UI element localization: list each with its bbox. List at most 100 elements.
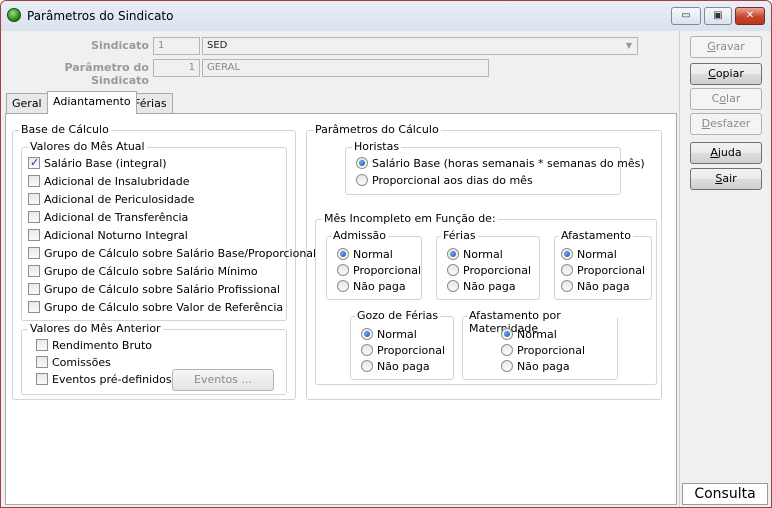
checkbox-label: Adicional Noturno Integral	[44, 229, 188, 242]
radio-label: Não paga	[577, 280, 630, 293]
radio-button[interactable]	[501, 328, 513, 340]
radio-afastamento-normal[interactable]: Normal	[561, 247, 617, 263]
radio-button[interactable]	[361, 344, 373, 356]
sindicato-code-field[interactable]: 1	[153, 37, 200, 55]
radio-afastamento-nao-paga[interactable]: Não paga	[561, 279, 630, 295]
tab-geral[interactable]: Geral	[6, 93, 48, 113]
radio-ferias-normal[interactable]: Normal	[447, 247, 503, 263]
radio-button[interactable]	[561, 264, 573, 276]
checkbox-grupo-salario-base[interactable]: Grupo de Cálculo sobre Salário Base/Prop…	[28, 246, 316, 262]
checkbox-eventos-predefinidos[interactable]: Eventos pré-definidos	[36, 372, 172, 388]
radio-button[interactable]	[337, 280, 349, 292]
gravar-button[interactable]: Gravar	[690, 36, 762, 58]
checkbox-comissoes[interactable]: Comissões	[36, 355, 111, 371]
parametro-name-field[interactable]: GERAL	[202, 59, 489, 77]
checkbox-box[interactable]	[36, 373, 48, 385]
radio-label: Normal	[577, 248, 617, 261]
radio-label: Proporcional	[353, 264, 422, 277]
checkbox-noturno[interactable]: Adicional Noturno Integral	[28, 228, 188, 244]
radio-gozo-proporcional[interactable]: Proporcional	[361, 343, 445, 359]
checkbox-salario-base[interactable]: Salário Base (integral)	[28, 155, 167, 172]
checkbox-grupo-valor-referencia[interactable]: Grupo de Cálculo sobre Valor de Referênc…	[28, 300, 283, 316]
radio-maternidade-nao-paga[interactable]: Não paga	[501, 359, 570, 375]
radio-label: Normal	[377, 328, 417, 341]
radio-button[interactable]	[361, 360, 373, 372]
checkbox-grupo-salario-minimo[interactable]: Grupo de Cálculo sobre Salário Mínimo	[28, 264, 258, 280]
horistas-title: Horistas	[352, 140, 402, 153]
sair-button[interactable]: Sair	[690, 168, 762, 190]
radio-gozo-normal[interactable]: Normal	[361, 327, 417, 343]
checkbox-box[interactable]	[28, 283, 40, 295]
ajuda-button[interactable]: Ajuda	[690, 142, 762, 164]
checkbox-box[interactable]	[28, 155, 40, 171]
radio-button[interactable]	[447, 248, 459, 260]
parametro-label: Parâmetro do Sindicato	[64, 61, 149, 87]
radio-horistas-proporcional[interactable]: Proporcional aos dias do mês	[356, 173, 533, 189]
checkbox-periculosidade[interactable]: Adicional de Periculosidade	[28, 192, 194, 208]
checkbox-box[interactable]	[28, 211, 40, 223]
checkbox-box[interactable]	[36, 339, 48, 351]
checkbox-box[interactable]	[28, 175, 40, 187]
sindicato-name-combo[interactable]: SED ▼	[202, 37, 638, 55]
maximize-icon: ▣	[713, 10, 723, 21]
radio-maternidade-proporcional[interactable]: Proporcional	[501, 343, 585, 359]
radio-label: Normal	[353, 248, 393, 261]
radio-admissao-nao-paga[interactable]: Não paga	[337, 279, 406, 295]
checkbox-label: Adicional de Transferência	[44, 211, 189, 224]
radio-button[interactable]	[501, 360, 513, 372]
copiar-button[interactable]: Copiar	[690, 63, 762, 85]
checkbox-transferencia[interactable]: Adicional de Transferência	[28, 210, 188, 226]
checkbox-grupo-salario-profissional[interactable]: Grupo de Cálculo sobre Salário Profissio…	[28, 282, 280, 298]
radio-button[interactable]	[501, 344, 513, 356]
client-area: Sindicato 1 SED ▼ Parâmetro do Sindicato…	[3, 31, 769, 507]
radio-horistas-salario-base[interactable]: Salário Base (horas semanais * semanas d…	[356, 156, 645, 172]
maximize-button[interactable]: ▣	[704, 7, 732, 25]
checkbox-box[interactable]	[28, 193, 40, 205]
button-label-rest: juda	[717, 146, 742, 159]
radio-button[interactable]	[356, 174, 368, 186]
checkbox-box[interactable]	[36, 356, 48, 368]
desfazer-button[interactable]: Desfazer	[690, 113, 762, 135]
mes-atual-title: Valores do Mês Atual	[28, 140, 147, 153]
eventos-button[interactable]: Eventos ...	[172, 369, 274, 391]
radio-button[interactable]	[337, 248, 349, 260]
radio-button[interactable]	[447, 264, 459, 276]
checkbox-box[interactable]	[28, 247, 40, 259]
radio-label: Proporcional	[377, 344, 446, 357]
radio-button[interactable]	[337, 264, 349, 276]
checkbox-box[interactable]	[28, 301, 40, 313]
close-button[interactable]: ✕	[735, 7, 765, 25]
radio-admissao-proporcional[interactable]: Proporcional	[337, 263, 421, 279]
radio-admissao-normal[interactable]: Normal	[337, 247, 393, 263]
checkbox-rendimento-bruto[interactable]: Rendimento Bruto	[36, 338, 152, 354]
base-calculo-group: Base de Cálculo Valores do Mês Atual Sal…	[12, 123, 316, 400]
button-label-rest: air	[722, 172, 737, 185]
radio-button[interactable]	[356, 157, 368, 169]
radio-label: Salário Base (horas semanais * semanas d…	[372, 157, 645, 170]
chevron-down-icon[interactable]: ▼	[622, 39, 636, 53]
radio-ferias-proporcional[interactable]: Proporcional	[447, 263, 531, 279]
radio-label: Não paga	[353, 280, 406, 293]
tab-panel-adiantamento: Base de Cálculo Valores do Mês Atual Sal…	[5, 113, 677, 505]
radio-button[interactable]	[361, 328, 373, 340]
checkbox-label: Adicional de Insalubridade	[44, 175, 190, 188]
title-bar[interactable]: Parâmetros do Sindicato ▭ ▣ ✕	[1, 1, 771, 31]
radio-gozo-nao-paga[interactable]: Não paga	[361, 359, 430, 375]
checkbox-insalubridade[interactable]: Adicional de Insalubridade	[28, 174, 189, 190]
checkbox-box[interactable]	[28, 229, 40, 241]
radio-button[interactable]	[447, 280, 459, 292]
gozo-ferias-group: Gozo de Férias Normal Proporcional Não p…	[350, 309, 454, 380]
radio-button[interactable]	[561, 248, 573, 260]
minimize-button[interactable]: ▭	[671, 7, 701, 25]
checkbox-label: Eventos pré-definidos	[52, 373, 172, 386]
radio-ferias-nao-paga[interactable]: Não paga	[447, 279, 516, 295]
checkbox-label: Grupo de Cálculo sobre Salário Profissio…	[44, 283, 280, 296]
checkbox-box[interactable]	[28, 265, 40, 277]
radio-button[interactable]	[561, 280, 573, 292]
colar-button[interactable]: Colar	[690, 88, 762, 110]
radio-afastamento-proporcional[interactable]: Proporcional	[561, 263, 645, 279]
gozo-ferias-title: Gozo de Férias	[355, 309, 441, 322]
parametro-code-field[interactable]: 1	[153, 59, 200, 77]
tab-adiantamento[interactable]: Adiantamento	[47, 91, 137, 114]
radio-maternidade-normal[interactable]: Normal	[501, 327, 557, 343]
